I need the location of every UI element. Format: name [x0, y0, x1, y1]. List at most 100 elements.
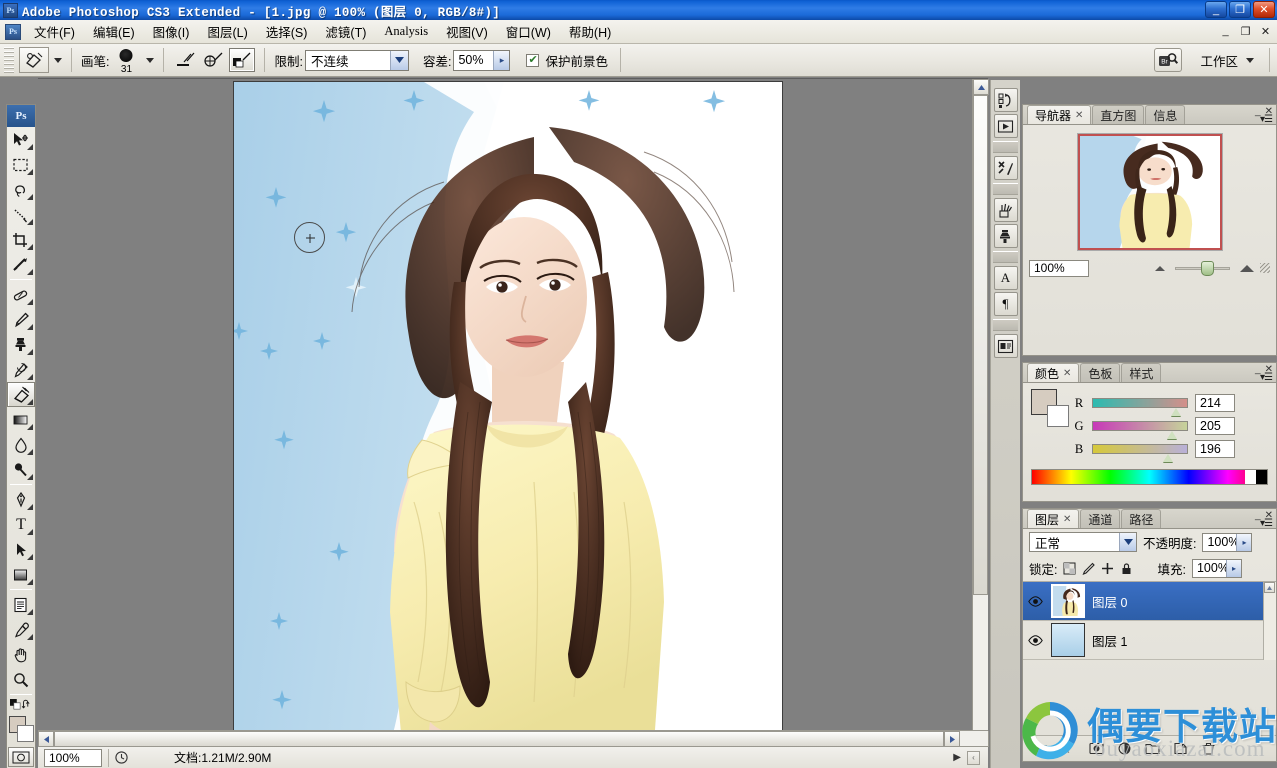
- navigator-thumbnail[interactable]: [1076, 133, 1223, 251]
- color-panel-swatches[interactable]: [1031, 389, 1071, 427]
- doc-minimize-button[interactable]: _: [1218, 24, 1233, 38]
- dock-paragraph-button[interactable]: ¶: [993, 292, 1018, 316]
- tool-gradient[interactable]: [7, 407, 35, 432]
- bridge-button[interactable]: Br: [1154, 48, 1183, 72]
- blend-mode-dropdown[interactable]: 正常: [1029, 532, 1137, 552]
- default-colors-icon[interactable]: [10, 698, 21, 711]
- tool-eyedropper[interactable]: [7, 617, 35, 642]
- close-icon[interactable]: ✕: [1063, 368, 1071, 379]
- layer-name[interactable]: 图层 1: [1092, 631, 1127, 650]
- close-icon[interactable]: ✕: [1063, 514, 1071, 525]
- menu-item-edit[interactable]: 编辑(E): [84, 19, 144, 44]
- tool-shape[interactable]: [7, 562, 35, 587]
- fill-stepper-icon[interactable]: ▸: [1225, 559, 1241, 577]
- tool-notes[interactable]: [7, 592, 35, 617]
- lock-all-icon[interactable]: [1120, 562, 1133, 575]
- status-resize-grip[interactable]: ‹: [967, 750, 980, 765]
- tab-swatches[interactable]: 色板: [1080, 363, 1121, 382]
- dock-tool-presets-button[interactable]: [993, 156, 1018, 180]
- channel-g-value-field[interactable]: 205: [1195, 417, 1235, 435]
- navigator-zoom-slider[interactable]: [1174, 260, 1230, 276]
- dock-character-button[interactable]: A: [993, 266, 1018, 290]
- menu-item-help[interactable]: 帮助(H): [560, 19, 620, 44]
- layer-name[interactable]: 图层 0: [1092, 592, 1127, 611]
- layers-panel-menu-icon[interactable]: ▾☰: [1260, 518, 1273, 529]
- opacity-stepper-icon[interactable]: ▸: [1236, 533, 1252, 551]
- tool-healing-brush[interactable]: [7, 282, 35, 307]
- scroll-left-button[interactable]: [38, 731, 54, 747]
- doc-restore-button[interactable]: ❐: [1238, 24, 1253, 38]
- tool-pen[interactable]: [7, 487, 35, 512]
- doc-close-button[interactable]: ✕: [1258, 24, 1273, 38]
- sampling-background-swatch-button[interactable]: [229, 48, 256, 72]
- tool-preset-chevron-icon[interactable]: [54, 57, 62, 63]
- zoom-in-icon[interactable]: [1240, 264, 1254, 272]
- current-tool-preset-button[interactable]: [19, 47, 49, 73]
- tool-background-eraser[interactable]: [7, 382, 35, 407]
- canvas-vertical-scrollbar[interactable]: [972, 79, 989, 747]
- tab-navigator[interactable]: 导航器 ✕: [1027, 105, 1092, 124]
- minimize-button[interactable]: _: [1205, 1, 1227, 18]
- status-zoom-field[interactable]: 100%: [44, 748, 102, 767]
- color-swatches[interactable]: [7, 715, 35, 745]
- adjustment-layer-icon[interactable]: [1117, 742, 1132, 755]
- tool-marquee[interactable]: [7, 152, 35, 177]
- menu-item-file[interactable]: 文件(F): [25, 19, 84, 44]
- protect-foreground-checkbox[interactable]: [526, 53, 540, 67]
- tool-magic-wand[interactable]: [7, 202, 35, 227]
- tool-path-selection[interactable]: [7, 537, 35, 562]
- navigator-zoom-field[interactable]: 100%: [1029, 259, 1089, 277]
- tool-clone-stamp[interactable]: [7, 332, 35, 357]
- scroll-up-button[interactable]: [973, 79, 989, 95]
- tool-blur[interactable]: [7, 432, 35, 457]
- horizontal-scroll-thumb[interactable]: [54, 731, 944, 747]
- options-bar-gripper[interactable]: [4, 47, 14, 73]
- tool-dodge[interactable]: [7, 457, 35, 482]
- dock-animation-button[interactable]: [993, 114, 1018, 138]
- layer-style-icon[interactable]: fx: [1061, 742, 1076, 756]
- new-group-icon[interactable]: [1145, 742, 1160, 755]
- dock-clone-source-button[interactable]: [993, 224, 1018, 248]
- sampling-once-button[interactable]: [201, 48, 227, 72]
- menu-item-filter[interactable]: 滤镜(T): [316, 19, 375, 44]
- workspace-dropdown[interactable]: 工作区: [1194, 51, 1260, 70]
- lock-image-icon[interactable]: [1082, 562, 1096, 575]
- tab-histogram[interactable]: 直方图: [1092, 105, 1145, 124]
- tool-slice[interactable]: [7, 252, 35, 277]
- channel-b-slider[interactable]: [1092, 444, 1188, 462]
- toolbox-header[interactable]: Ps: [7, 105, 35, 127]
- channel-g-thumb[interactable]: [1167, 431, 1177, 439]
- lock-transparent-icon[interactable]: [1063, 562, 1076, 575]
- layer-thumbnail[interactable]: [1051, 584, 1085, 618]
- menu-item-analysis[interactable]: Analysis: [375, 21, 437, 42]
- background-color-swatch[interactable]: [17, 725, 34, 742]
- blend-mode-chevron-icon[interactable]: [1119, 533, 1136, 551]
- swap-colors-icon[interactable]: [21, 698, 32, 711]
- dock-layer-comps-button[interactable]: [993, 334, 1018, 358]
- navigator-slider-thumb[interactable]: [1201, 260, 1215, 276]
- spectrum-white-black-swatch[interactable]: [1245, 470, 1267, 484]
- tool-hand[interactable]: [7, 642, 35, 667]
- navigator-panel-menu-icon[interactable]: ▾☰: [1260, 114, 1273, 125]
- sampling-continuous-button[interactable]: [173, 48, 199, 72]
- opacity-field[interactable]: 100% ▸: [1202, 532, 1253, 552]
- tool-move[interactable]: [7, 127, 35, 152]
- navigator-resize-grip[interactable]: [1260, 263, 1270, 273]
- tab-layers[interactable]: 图层 ✕: [1027, 509, 1080, 528]
- color-background-swatch[interactable]: [1047, 405, 1069, 427]
- tolerance-stepper-icon[interactable]: ▸: [493, 50, 510, 70]
- layer-list-scrollbar[interactable]: [1263, 582, 1276, 660]
- tool-lasso[interactable]: [7, 177, 35, 202]
- menu-item-window[interactable]: 窗口(W): [497, 19, 560, 44]
- lock-position-icon[interactable]: [1101, 562, 1114, 575]
- status-expand-icon[interactable]: ▶: [953, 752, 961, 763]
- tab-paths[interactable]: 路径: [1121, 509, 1162, 528]
- channel-r-value-field[interactable]: 214: [1195, 394, 1235, 412]
- menu-item-select[interactable]: 选择(S): [257, 19, 317, 44]
- color-panel-menu-icon[interactable]: ▾☰: [1260, 372, 1273, 383]
- brush-chevron-icon[interactable]: [146, 57, 155, 63]
- status-preview-button[interactable]: [108, 748, 134, 767]
- tool-history-brush[interactable]: [7, 357, 35, 382]
- new-layer-icon[interactable]: [1173, 742, 1188, 755]
- zoom-out-icon[interactable]: [1154, 265, 1165, 271]
